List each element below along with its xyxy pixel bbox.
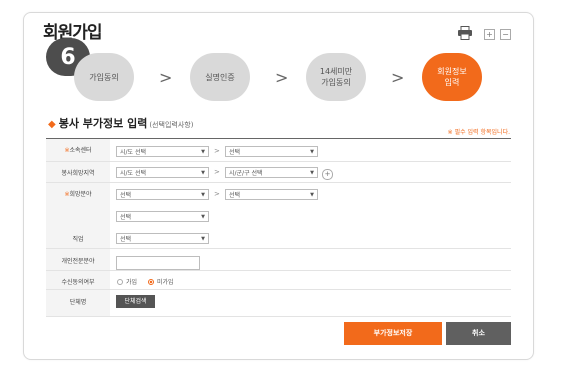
step-label-line2: 입력 [444,78,460,87]
select-value: 시/도 선택 [120,170,147,177]
select-value: 선택 [229,149,241,156]
step-arrow: > [391,68,405,87]
label-text: 소속센터 [69,147,92,154]
save-additional-info-button[interactable]: 부가정보저장 [344,322,442,345]
step-label: 가입동의 [89,72,119,82]
caret-down-icon: ▼ [201,192,205,198]
required-note: ※ 필수 입력 항목입니다. [447,129,510,136]
caret-down-icon: ▼ [310,192,314,198]
zoom-in-button[interactable]: + [484,29,495,40]
specialty-input[interactable] [116,256,200,270]
region-province-select[interactable]: 시/도 선택 ▼ [116,167,209,178]
caret-down-icon: ▼ [201,149,205,155]
specialty-label: 개인전문분야 [61,258,95,265]
step-arrow: > [275,68,289,87]
region-label: 봉사희망지역 [61,170,95,177]
select-value: 선택 [120,236,132,243]
step-label: 실명인증 [205,72,235,82]
field-subcategory-select[interactable]: 선택 ▼ [225,189,318,200]
zoom-out-button[interactable]: − [500,29,511,40]
add-region-button[interactable]: + [322,169,333,180]
section-title: 봉사 부가정보 입력 [58,117,148,130]
radio-label: 미가입 [157,279,174,286]
step-label-line2: 가입동의 [321,78,351,87]
arrow-separator: > [214,168,220,176]
row-divider [46,289,511,290]
section-subtitle: (선택입력사항) [149,121,194,129]
row-divider [46,248,511,249]
select-value: 선택 [229,192,241,199]
step-agreement: 가입동의 [74,53,134,101]
row-divider [46,161,511,162]
printer-icon[interactable] [457,26,473,40]
center-label: ※소속센터 [46,145,110,154]
row-divider [46,270,511,271]
step-label: 14세미만 [319,67,353,76]
row-divider [46,182,511,183]
field-label: ※희망분야 [46,189,110,198]
caret-down-icon: ▼ [201,170,205,176]
select-value: 시/도 선택 [120,149,147,156]
select-value: 선택 [120,192,132,199]
radio-button[interactable] [117,278,123,285]
consent-no-option[interactable]: 미가입 [148,277,174,286]
group-search-button[interactable]: 단체검색 [116,295,155,308]
caret-down-icon: ▼ [201,214,205,220]
table-top-border [46,138,511,139]
arrow-separator: > [214,147,220,155]
consent-label: 수신동의여부 [61,279,95,286]
radio-button-selected[interactable] [148,278,154,285]
bullet-icon: ◆ [48,119,56,130]
row-divider [46,316,511,317]
step-label: 회원정보 [437,67,467,76]
step-under14-consent: 14세미만가입동의 [306,53,366,101]
region-district-select[interactable]: 시/군/구 선택 ▼ [225,167,318,178]
select-value: 시/군/구 선택 [229,170,263,177]
caret-down-icon: ▼ [201,236,205,242]
label-text: 희망분야 [69,191,92,198]
label-column [46,139,110,317]
caret-down-icon: ▼ [310,170,314,176]
step-arrow: > [159,68,173,87]
consent-yes-option[interactable]: 가입 [117,277,137,286]
cancel-button[interactable]: 취소 [446,322,511,345]
select-value: 선택 [120,214,132,221]
job-select[interactable]: 선택 ▼ [116,233,209,244]
center-province-select[interactable]: 시/도 선택 ▼ [116,146,209,157]
field-detail-select[interactable]: 선택 ▼ [116,211,209,222]
section-heading: ◆ 봉사 부가정보 입력 (선택입력사항) [48,115,193,131]
step-member-info: 회원정보입력 [422,53,482,101]
field-category-select[interactable]: 선택 ▼ [116,189,209,200]
center-select[interactable]: 선택 ▼ [225,146,318,157]
step-verification: 실명인증 [190,53,250,101]
job-label: 직업 [72,236,84,243]
caret-down-icon: ▼ [310,149,314,155]
arrow-separator: > [214,190,220,198]
radio-label: 가입 [126,279,138,286]
group-label: 단체명 [69,299,87,306]
